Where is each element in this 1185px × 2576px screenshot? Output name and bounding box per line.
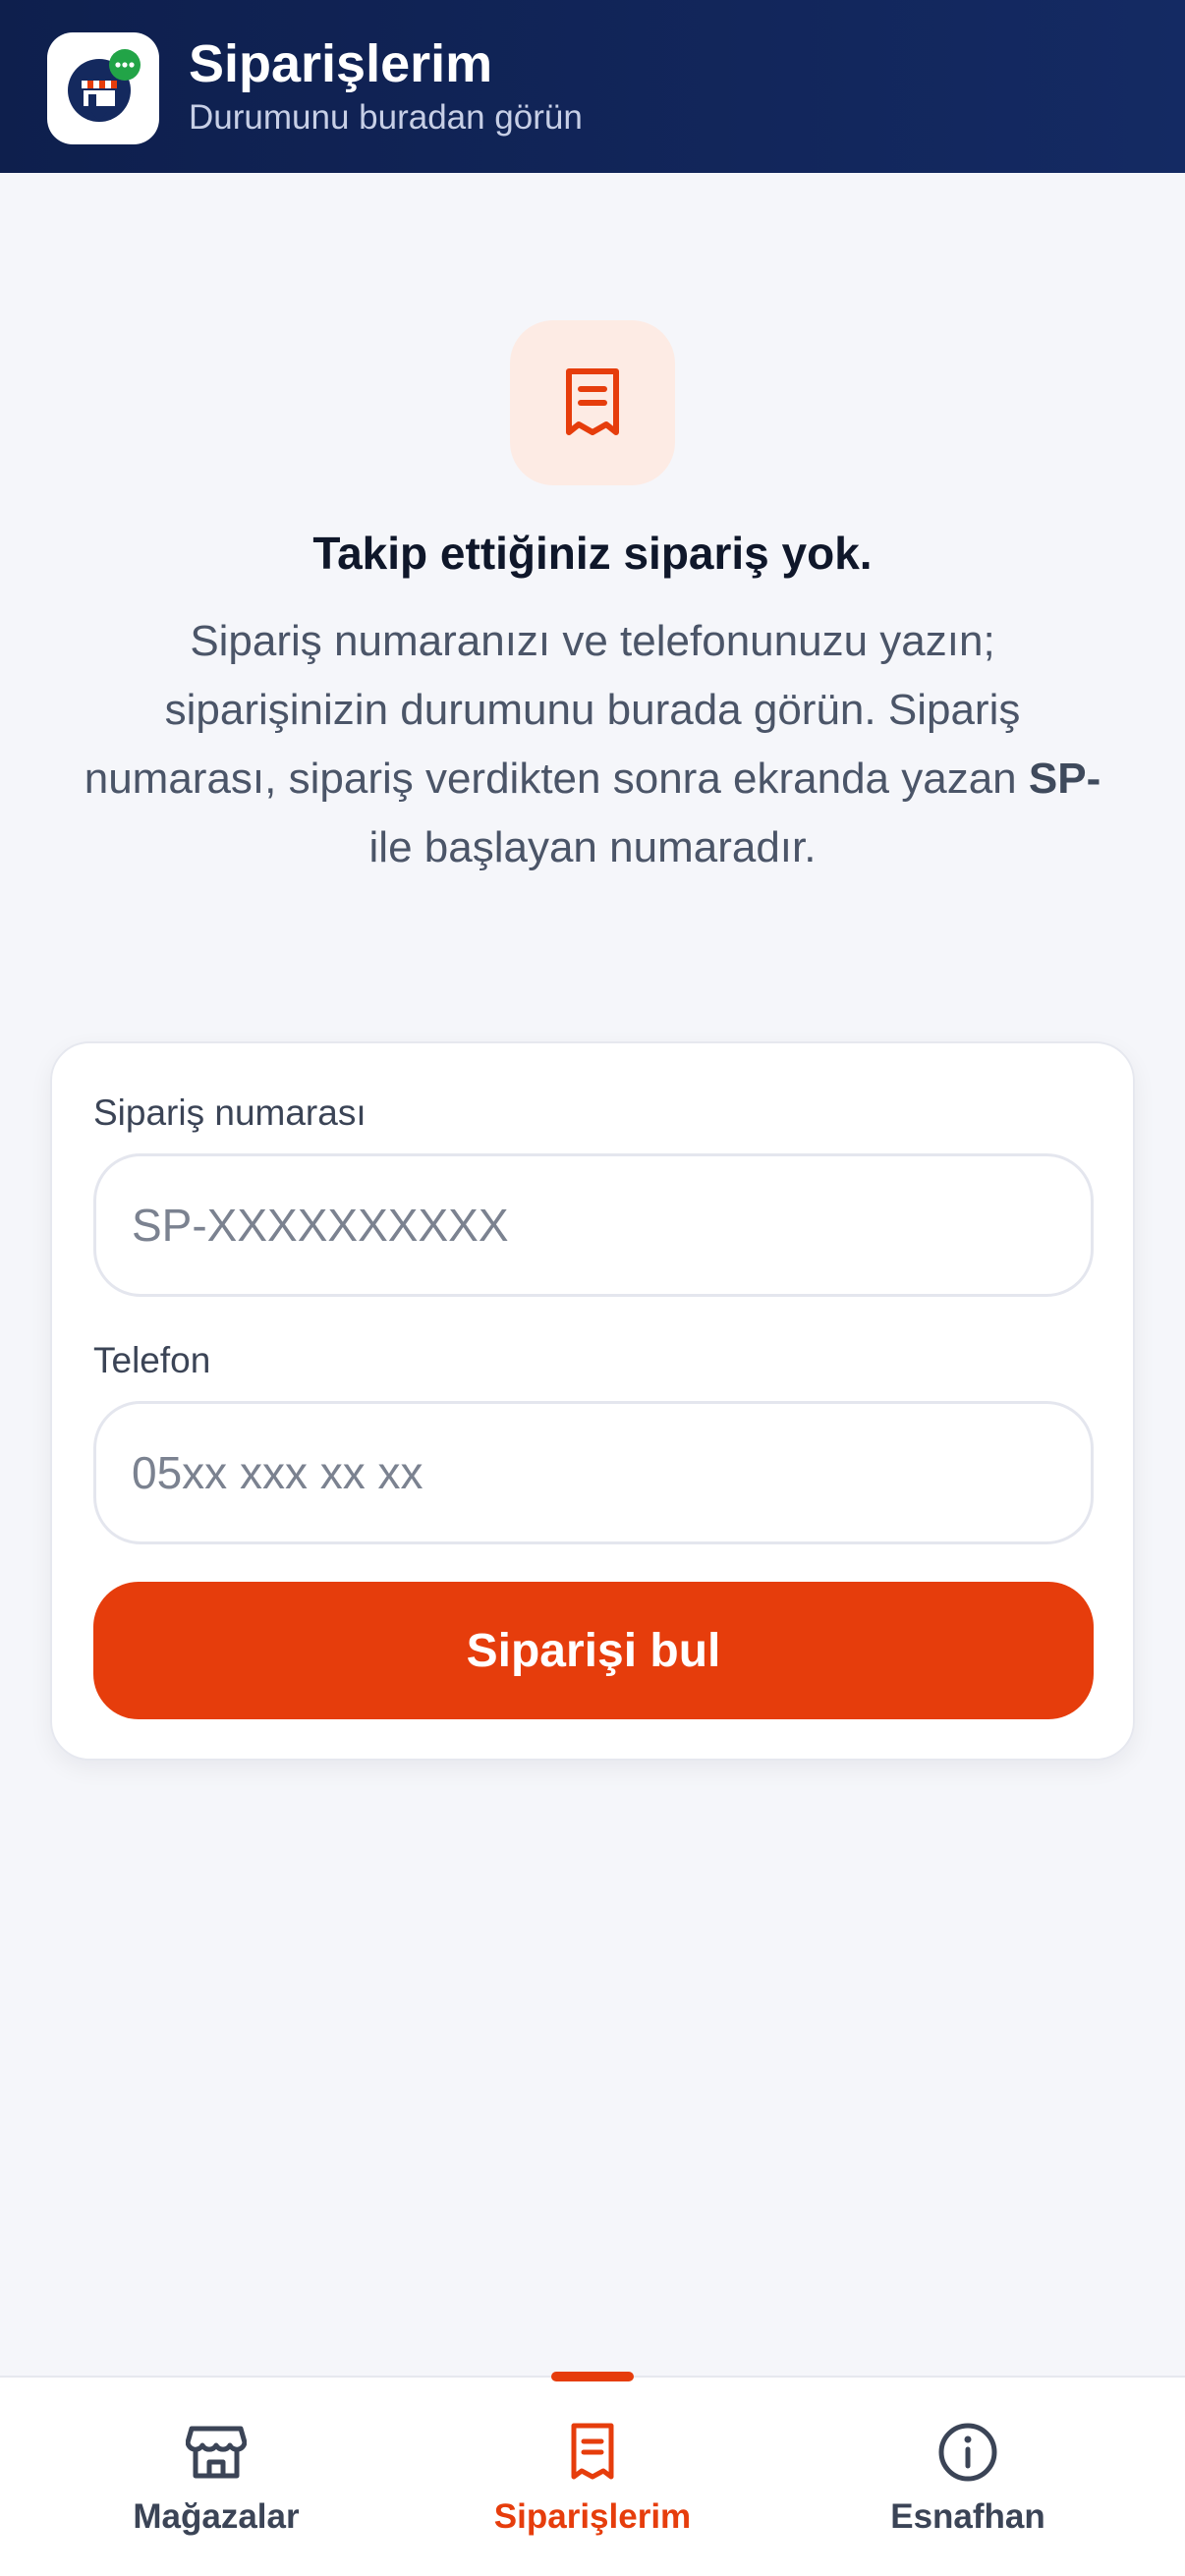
app-root: Siparişlerim Durumunu buradan görün Taki… — [0, 0, 1185, 2576]
receipt-icon — [561, 2421, 624, 2484]
nav-item-esnafhan[interactable]: Esnafhan — [820, 2378, 1115, 2576]
app-header: Siparişlerim Durumunu buradan görün — [0, 0, 1185, 173]
receipt-icon — [566, 368, 619, 435]
empty-state-icon-container — [510, 320, 675, 485]
nav-label-orders: Siparişlerim — [493, 2497, 692, 2536]
find-order-button[interactable]: Siparişi bul — [93, 1582, 1094, 1719]
app-logo — [47, 32, 159, 144]
empty-state-description: Sipariş numaranızı ve telefonunuzu yazın… — [79, 607, 1106, 882]
empty-state-description-code: SP- — [1028, 755, 1101, 803]
store-scooter-chat-logo-icon — [68, 49, 141, 122]
info-icon — [936, 2421, 999, 2484]
nav-item-stores[interactable]: Mağazalar — [69, 2378, 364, 2576]
order-number-input[interactable] — [93, 1153, 1094, 1297]
order-lookup-card: Sipariş numarası Telefon Siparişi bul — [50, 1041, 1135, 1761]
empty-state-description-part1: Sipariş numaranızı ve telefonunuzu yazın… — [84, 617, 1029, 803]
bottom-navigation: Mağazalar Siparişlerim Esnafhan — [0, 2372, 1185, 2576]
page-title: Siparişlerim — [189, 34, 493, 93]
nav-label-esnafhan: Esnafhan — [890, 2497, 1045, 2536]
order-number-label: Sipariş numarası — [93, 1092, 367, 1133]
page-subtitle: Durumunu buradan görün — [189, 98, 583, 137]
header-text: Siparişlerim Durumunu buradan görün — [189, 33, 583, 140]
phone-input[interactable] — [93, 1401, 1094, 1544]
nav-item-orders[interactable]: Siparişlerim — [445, 2378, 740, 2576]
empty-state-title: Takip ettiğiniz sipariş yok. — [312, 528, 873, 579]
empty-state-description-part2: ile başlayan numaradır. — [368, 823, 817, 871]
store-icon — [185, 2421, 248, 2484]
nav-label-stores: Mağazalar — [133, 2497, 300, 2536]
phone-label: Telefon — [93, 1340, 211, 1380]
